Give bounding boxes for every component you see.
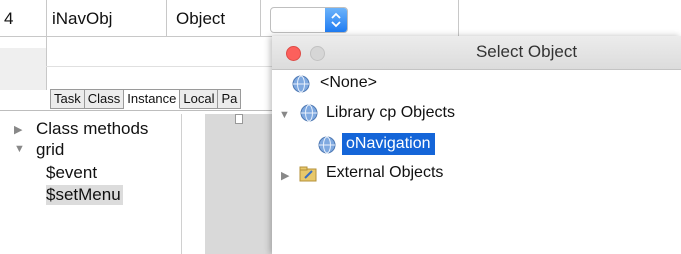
tab-class[interactable]: Class [84, 89, 125, 109]
collapsed-triangle-icon[interactable]: ▶ [14, 123, 22, 136]
subtype-popup[interactable] [270, 7, 348, 33]
tabs-divider [0, 110, 272, 111]
method-tabs: Task Class Instance Local Pa [50, 89, 242, 109]
grid-divider [46, 0, 47, 90]
dialog-titlebar: Select Object [272, 36, 681, 70]
expanded-triangle-icon[interactable]: ▼ [14, 143, 25, 155]
row-header-gutter [0, 48, 46, 90]
list-item-none[interactable]: <None> [320, 73, 377, 93]
method-editor-panel[interactable] [205, 114, 273, 254]
list-item-external-objects[interactable]: External Objects [326, 163, 443, 183]
grid-divider [458, 0, 459, 36]
list-item-library-cp-objects[interactable]: Library cp Objects [326, 103, 455, 123]
panel-marker [235, 114, 243, 124]
tab-task[interactable]: Task [50, 89, 85, 109]
tab-local[interactable]: Local [180, 89, 219, 109]
popup-arrows-icon [325, 8, 347, 32]
folder-icon [299, 166, 317, 182]
tree-item-grid[interactable]: grid [36, 140, 64, 160]
tab-instance[interactable]: Instance [124, 89, 181, 109]
tree-item-setmenu[interactable]: $setMenu [46, 185, 123, 205]
dialog-title: Select Object [475, 42, 578, 61]
grid-divider [0, 36, 272, 37]
globe-icon [318, 136, 336, 154]
variable-name-cell[interactable]: iNavObj [52, 9, 112, 29]
grid-divider [166, 0, 167, 36]
globe-icon [292, 75, 310, 93]
collapsed-triangle-icon[interactable]: ▶ [281, 169, 289, 182]
row-number: 4 [4, 9, 14, 28]
list-item-onavigation[interactable]: oNavigation [342, 133, 435, 155]
variable-type-cell[interactable]: Object [176, 9, 225, 29]
tree-item-class-methods[interactable]: Class methods [36, 119, 148, 139]
globe-icon [300, 104, 318, 122]
select-object-dialog: Select Object <None> ▼ Library cp Object… [272, 36, 681, 254]
grid-divider [260, 0, 261, 36]
expanded-triangle-icon[interactable]: ▼ [279, 109, 290, 121]
tab-parameter[interactable]: Pa [218, 89, 242, 109]
tree-item-event[interactable]: $event [46, 163, 97, 183]
panel-divider [181, 114, 182, 254]
